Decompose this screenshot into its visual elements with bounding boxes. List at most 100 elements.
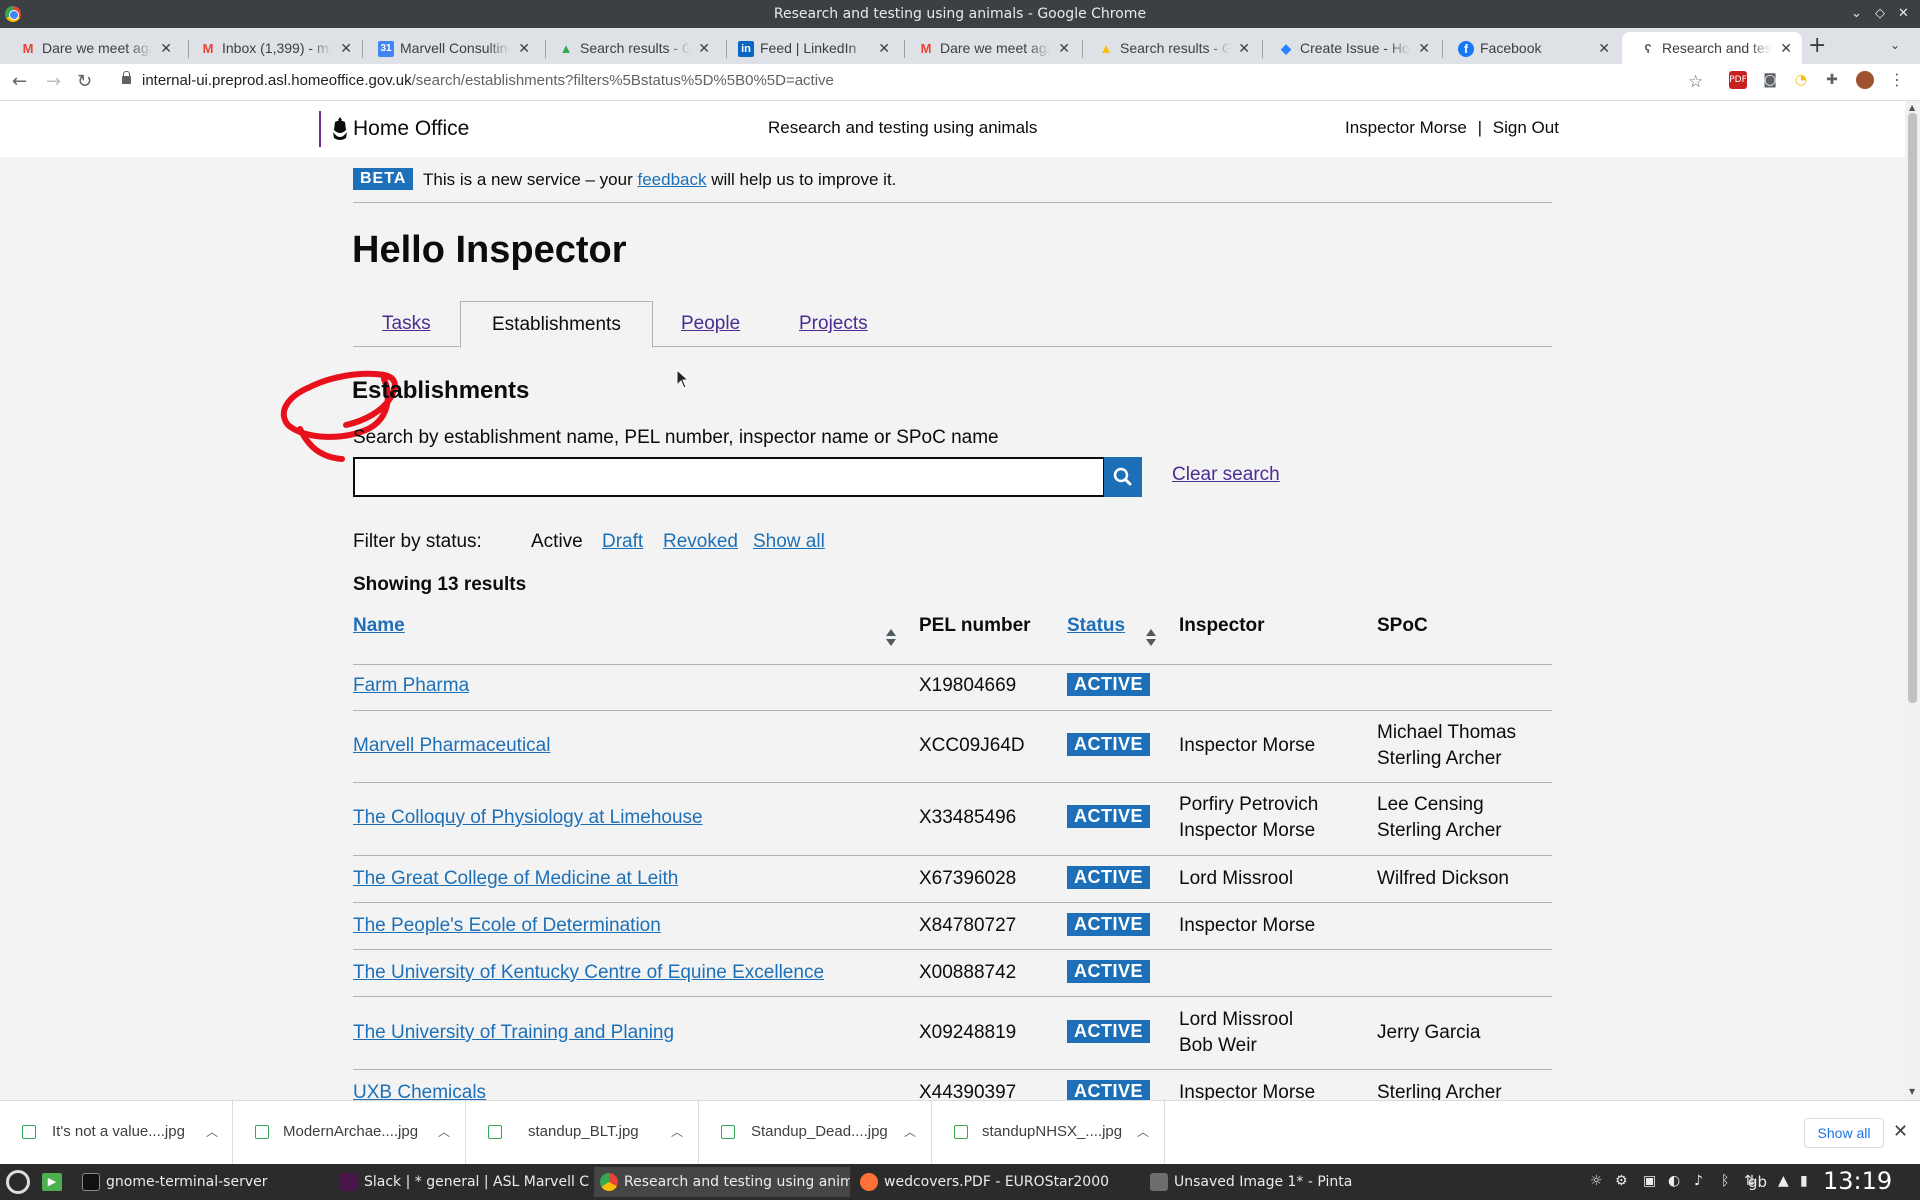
clear-search-link[interactable]: Clear search bbox=[1172, 464, 1280, 486]
profile-avatar[interactable] bbox=[1856, 71, 1874, 89]
column-header-name[interactable]: Name bbox=[353, 615, 405, 637]
feedback-link[interactable]: feedback bbox=[637, 170, 706, 189]
close-downloads-icon[interactable]: ✕ bbox=[1893, 1121, 1908, 1142]
bluetooth-icon[interactable]: ᛒ bbox=[1721, 1173, 1729, 1189]
scroll-down-icon[interactable]: ▼ bbox=[1909, 1087, 1915, 1096]
tray-icon[interactable]: ☼ bbox=[1590, 1173, 1603, 1189]
browser-tab[interactable]: M Inbox (1,399) - mar ✕ bbox=[182, 32, 362, 64]
establishment-name-link[interactable]: The Colloquy of Physiology at Limehouse bbox=[353, 805, 703, 831]
tab-tasks[interactable]: Tasks bbox=[382, 301, 431, 347]
column-header-status[interactable]: Status bbox=[1067, 615, 1125, 637]
close-tab-icon[interactable]: ✕ bbox=[1780, 32, 1792, 64]
tab-people[interactable]: People bbox=[681, 301, 740, 347]
bookmark-star-icon[interactable]: ☆ bbox=[1688, 70, 1703, 94]
browser-tab[interactable]: ▲ Search results - Go ✕ bbox=[540, 32, 720, 64]
extensions-puzzle-icon[interactable]: ✚ bbox=[1823, 71, 1841, 89]
filter-draft[interactable]: Draft bbox=[602, 531, 643, 553]
clipboard-icon[interactable]: ▣ bbox=[1643, 1173, 1656, 1189]
address-bar[interactable]: internal-ui.preprod.asl.homeoffice.gov.u… bbox=[108, 67, 1708, 97]
establishment-name-link[interactable]: UXB Chemicals bbox=[353, 1080, 486, 1100]
establishment-name-link[interactable]: The Great College of Medicine at Leith bbox=[353, 866, 678, 892]
download-item[interactable]: Standup_Dead....jpg ︿ bbox=[699, 1101, 932, 1165]
download-item[interactable]: It's not a value....jpg ︿ bbox=[0, 1101, 233, 1165]
downloads-show-all-button[interactable]: Show all bbox=[1804, 1118, 1884, 1148]
browser-tab[interactable]: ◆ Create Issue - Hom ✕ bbox=[1260, 32, 1440, 64]
filter-revoked[interactable]: Revoked bbox=[663, 531, 738, 553]
scroll-up-icon[interactable]: ▲ bbox=[1909, 103, 1915, 112]
browser-tab-active[interactable]: ʕ Research and testi ✕ bbox=[1622, 32, 1802, 64]
media-player-icon[interactable]: ▶ bbox=[42, 1173, 62, 1191]
taskbar-item[interactable]: wedcovers.PDF - EUROStar2000Ho... bbox=[854, 1167, 1110, 1197]
browser-tab[interactable]: M Dare we meet agai ✕ bbox=[900, 32, 1080, 64]
establishment-name-link[interactable]: Marvell Pharmaceutical bbox=[353, 733, 550, 759]
taskbar-item[interactable]: gnome-terminal-server bbox=[76, 1167, 326, 1197]
chevron-up-icon[interactable]: ︿ bbox=[1137, 1123, 1149, 1140]
chevron-up-icon[interactable]: ︿ bbox=[438, 1123, 450, 1140]
power-icon[interactable]: ◐ bbox=[1668, 1173, 1680, 1189]
establishment-name-link[interactable]: Farm Pharma bbox=[353, 673, 469, 699]
download-item[interactable]: standup_BLT.jpg ︿ bbox=[466, 1101, 699, 1165]
minimize-icon[interactable]: ⌄ bbox=[1851, 0, 1862, 28]
home-office-logo[interactable]: Home Office bbox=[319, 111, 469, 147]
sign-out-link[interactable]: Sign Out bbox=[1493, 118, 1559, 137]
browser-tab[interactable]: in Feed | LinkedIn ✕ bbox=[720, 32, 900, 64]
search-button[interactable] bbox=[1104, 457, 1142, 497]
establishment-name-link[interactable]: The University of Training and Planing bbox=[353, 1020, 674, 1046]
close-tab-icon[interactable]: ✕ bbox=[518, 32, 530, 64]
browser-menu-icon[interactable]: ⋮ bbox=[1888, 71, 1906, 89]
close-tab-icon[interactable]: ✕ bbox=[340, 32, 352, 64]
start-menu-icon[interactable] bbox=[6, 1170, 30, 1194]
pdf-extension-icon[interactable]: PDF bbox=[1729, 71, 1747, 89]
terminal-icon bbox=[82, 1173, 100, 1191]
chevron-up-icon[interactable]: ︿ bbox=[206, 1123, 218, 1140]
service-name[interactable]: Research and testing using animals bbox=[768, 118, 1037, 138]
sort-icon[interactable] bbox=[1146, 629, 1156, 649]
scrollbar-thumb[interactable] bbox=[1908, 113, 1917, 703]
download-item[interactable]: standupNHSX_....jpg ︿ bbox=[932, 1101, 1165, 1165]
taskbar-item[interactable]: Slack | * general | ASL Marvell Co... bbox=[334, 1167, 590, 1197]
close-tab-icon[interactable]: ✕ bbox=[698, 32, 710, 64]
browser-tab[interactable]: f Facebook ✕ bbox=[1440, 32, 1620, 64]
user-name[interactable]: Inspector Morse bbox=[1345, 118, 1467, 137]
search-input[interactable] bbox=[353, 457, 1105, 497]
camera-extension-icon[interactable]: ◙ bbox=[1761, 71, 1779, 89]
close-tab-icon[interactable]: ✕ bbox=[160, 32, 172, 64]
forward-icon[interactable]: → bbox=[46, 70, 61, 94]
browser-tab[interactable]: 31 Marvell Consulting ✕ bbox=[360, 32, 540, 64]
keyboard-layout[interactable]: gb bbox=[1748, 1173, 1767, 1191]
browser-toolbar: ← → ↻ internal-ui.preprod.asl.homeoffice… bbox=[0, 64, 1920, 101]
download-item[interactable]: ModernArchae....jpg ︿ bbox=[233, 1101, 466, 1165]
close-tab-icon[interactable]: ✕ bbox=[1058, 32, 1070, 64]
back-icon[interactable]: ← bbox=[12, 70, 27, 94]
close-tab-icon[interactable]: ✕ bbox=[1418, 32, 1430, 64]
close-tab-icon[interactable]: ✕ bbox=[1598, 32, 1610, 64]
close-tab-icon[interactable]: ✕ bbox=[1238, 32, 1250, 64]
tray-overflow-icon[interactable]: ▲ bbox=[1778, 1173, 1789, 1189]
page-scrollbar[interactable]: ▲ ▼ bbox=[1905, 101, 1920, 1100]
system-clock[interactable]: 13:19 bbox=[1823, 1167, 1892, 1195]
url-text[interactable]: internal-ui.preprod.asl.homeoffice.gov.u… bbox=[142, 72, 834, 89]
new-tab-button[interactable]: + bbox=[1808, 34, 1826, 58]
taskbar-item[interactable]: Unsaved Image 1* - Pinta bbox=[1144, 1167, 1374, 1197]
tab-establishments[interactable]: Establishments bbox=[460, 301, 653, 348]
tab-projects[interactable]: Projects bbox=[799, 301, 868, 347]
network-settings-icon[interactable]: ⚙ bbox=[1615, 1173, 1628, 1189]
close-tab-icon[interactable]: ✕ bbox=[878, 32, 890, 64]
spoc-name: Lee Censing bbox=[1377, 794, 1484, 815]
establishment-name-link[interactable]: The University of Kentucky Centre of Equ… bbox=[353, 960, 824, 986]
restore-icon[interactable]: ◇ bbox=[1875, 0, 1885, 28]
taskbar-item-active[interactable]: Research and testing using animal... bbox=[594, 1167, 850, 1197]
chevron-up-icon[interactable]: ︿ bbox=[671, 1123, 683, 1140]
establishment-name-link[interactable]: The People's Ecole of Determination bbox=[353, 913, 661, 939]
chevron-up-icon[interactable]: ︿ bbox=[904, 1123, 916, 1140]
volume-icon[interactable]: ♪ bbox=[1694, 1173, 1703, 1189]
sort-icon[interactable] bbox=[886, 629, 896, 649]
browser-tab[interactable]: ▲ Search results - Go ✕ bbox=[1080, 32, 1260, 64]
colour-extension-icon[interactable]: ◔ bbox=[1792, 71, 1810, 89]
tab-search-icon[interactable]: ⌄ bbox=[1890, 38, 1900, 52]
battery-icon[interactable]: ▮ bbox=[1800, 1173, 1808, 1189]
close-window-icon[interactable]: ✕ bbox=[1898, 0, 1909, 28]
browser-tab[interactable]: M Dare we meet agai ✕ bbox=[2, 32, 182, 64]
reload-icon[interactable]: ↻ bbox=[77, 70, 92, 94]
filter-show-all[interactable]: Show all bbox=[753, 531, 825, 553]
